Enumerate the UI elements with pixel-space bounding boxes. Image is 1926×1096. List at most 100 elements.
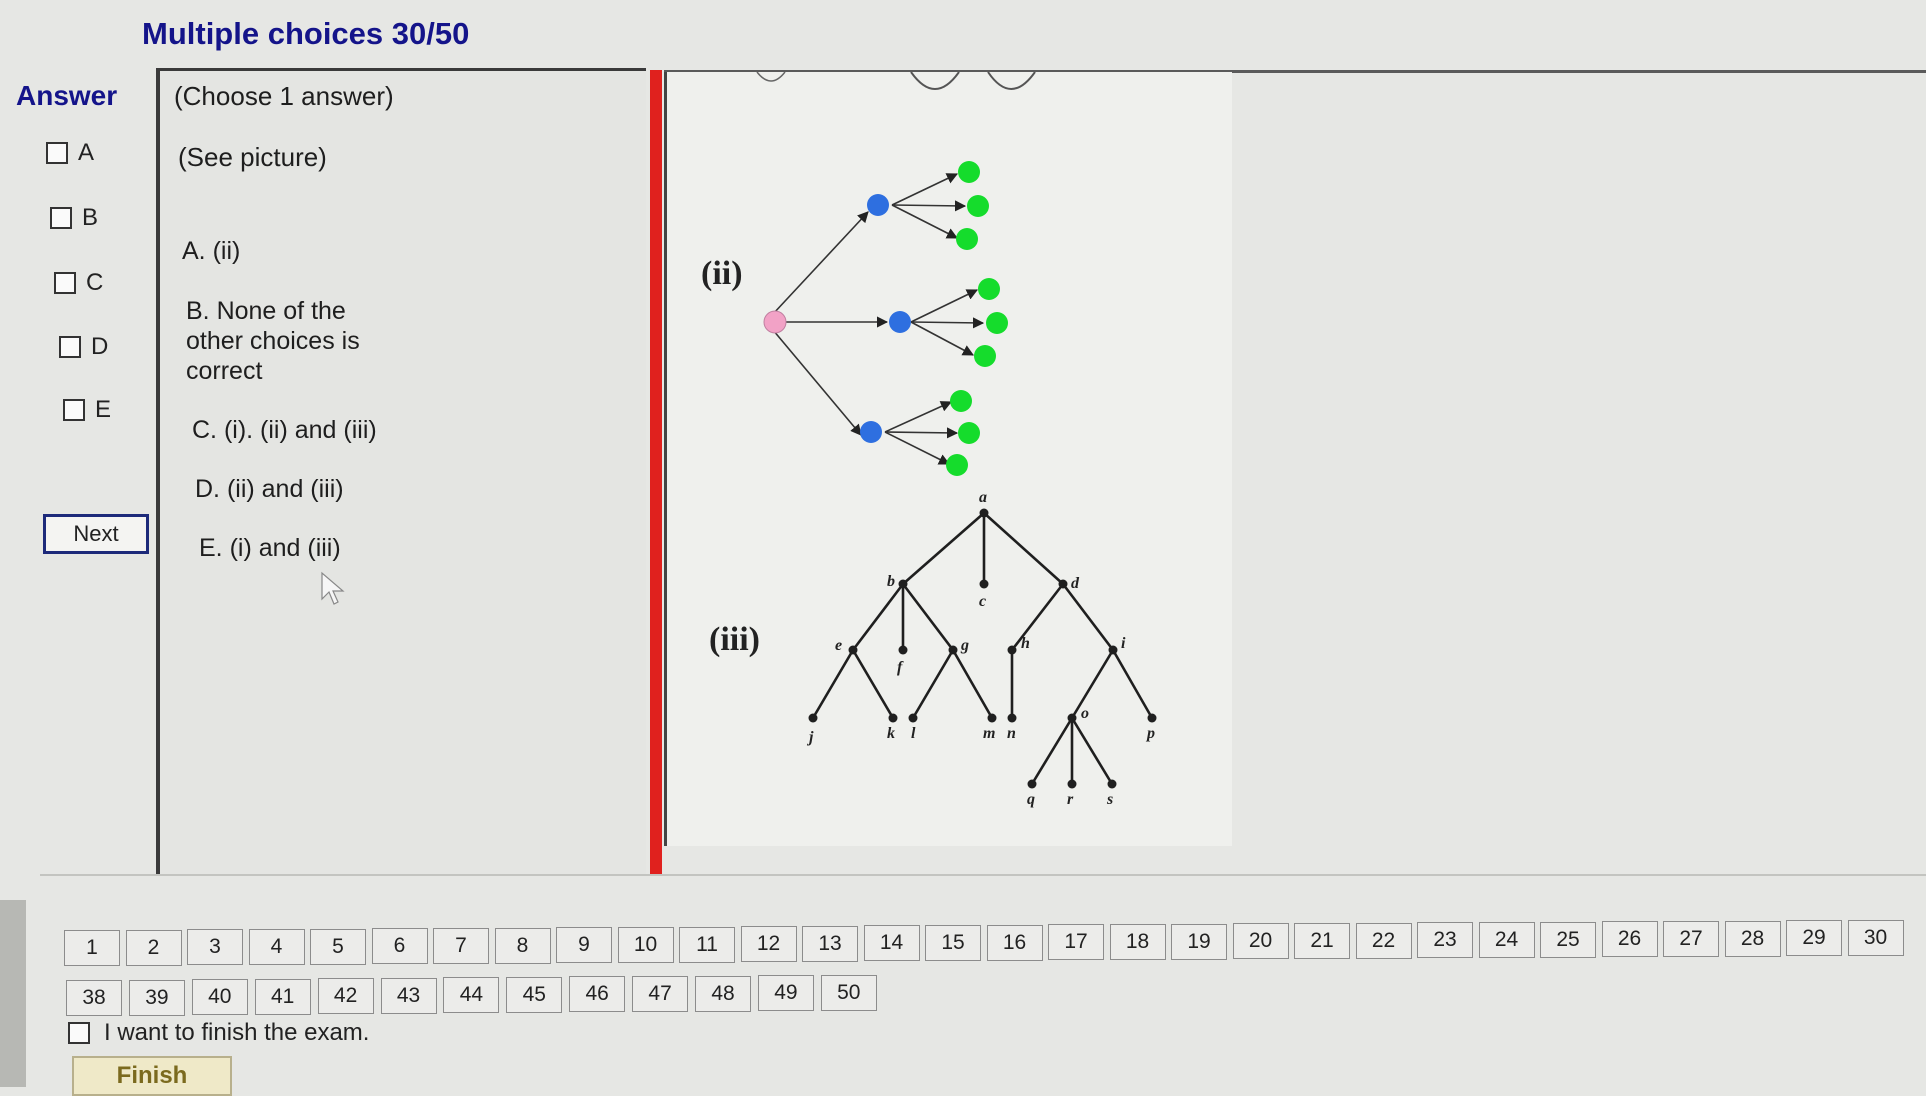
answer-option-b[interactable]: B: [50, 204, 98, 232]
page-button[interactable]: 26: [1601, 921, 1658, 958]
checkbox-b[interactable]: [50, 207, 72, 229]
page-title: Multiple choices 30/50: [142, 16, 470, 51]
page-button[interactable]: 48: [695, 975, 751, 1012]
page-button[interactable]: 44: [443, 977, 500, 1014]
page-button[interactable]: 47: [632, 975, 689, 1012]
node-label: g: [960, 637, 969, 654]
page-button[interactable]: 16: [986, 924, 1043, 961]
page-button[interactable]: 3: [187, 929, 243, 966]
page-button[interactable]: 13: [802, 925, 858, 962]
figure-label-ii: (ii): [701, 255, 743, 292]
node-label: a: [979, 489, 987, 506]
checkbox-e[interactable]: [63, 399, 85, 421]
node-label: p: [1145, 725, 1155, 742]
leaf-node: [950, 390, 972, 412]
finish-button[interactable]: Finish: [72, 1056, 232, 1096]
page-button[interactable]: 28: [1724, 920, 1781, 957]
page-button[interactable]: 22: [1355, 922, 1412, 959]
option-letter: B: [82, 204, 99, 231]
graph-figure: (ii) (iii) a b c d e f g h i j k l m n o…: [701, 71, 1157, 808]
inner-node: [889, 311, 911, 333]
page-button[interactable]: 20: [1232, 923, 1289, 960]
question-prompt: (See picture): [178, 142, 327, 172]
node-label: m: [983, 725, 995, 742]
page-button[interactable]: 11: [679, 926, 735, 963]
page-button[interactable]: 1: [64, 930, 120, 966]
page-button[interactable]: 30: [1847, 919, 1904, 956]
page-button[interactable]: 6: [371, 928, 428, 965]
page-button[interactable]: 39: [128, 979, 185, 1016]
page-button[interactable]: 19: [1171, 923, 1227, 960]
page-button[interactable]: 25: [1540, 921, 1596, 958]
node-label: h: [1021, 635, 1030, 652]
page-button[interactable]: 18: [1109, 924, 1166, 961]
inner-node: [860, 421, 882, 443]
panel-bottom-border: [40, 874, 1926, 876]
node-label: o: [1081, 705, 1089, 722]
node-label: s: [1106, 791, 1113, 808]
node-label: j: [806, 729, 814, 746]
node-label: e: [835, 637, 842, 654]
page-button[interactable]: 23: [1417, 922, 1473, 959]
page-button[interactable]: 43: [380, 977, 437, 1014]
checkbox-c[interactable]: [54, 272, 76, 294]
page-button[interactable]: 21: [1294, 923, 1350, 959]
page-button[interactable]: 5: [310, 928, 366, 965]
answer-option-e[interactable]: E: [63, 396, 111, 424]
page-button[interactable]: 17: [1048, 924, 1104, 961]
page-button[interactable]: 50: [820, 974, 877, 1011]
node-label: n: [1007, 725, 1016, 742]
leaf-node: [978, 278, 1000, 300]
page-button[interactable]: 12: [740, 926, 797, 963]
choice-e: E. (i) and (iii): [199, 534, 341, 562]
screen-edge: [0, 900, 26, 1087]
page-button[interactable]: 7: [433, 927, 489, 964]
page-button[interactable]: 42: [317, 978, 374, 1015]
question-instruction: (Choose 1 answer): [174, 81, 394, 111]
page-button[interactable]: 46: [569, 976, 626, 1013]
node-label: d: [1071, 575, 1080, 592]
question-panel: (Choose 1 answer) (See picture) A. (ii) …: [156, 68, 646, 876]
page-button[interactable]: 14: [863, 925, 920, 962]
page-button[interactable]: 24: [1478, 921, 1535, 958]
graph-ii-edges: [772, 173, 985, 465]
page-button[interactable]: 8: [494, 927, 551, 964]
answer-option-c[interactable]: C: [54, 269, 103, 297]
leaf-node: [986, 312, 1008, 334]
page-button[interactable]: 9: [556, 927, 612, 964]
node-label: i: [1121, 635, 1126, 652]
question-image: (ii) (iii) a b c d e f g h i j k l m n o…: [664, 71, 1232, 846]
tree-iii-labels: a b c d e f g h i j k l m n o p q r s: [806, 489, 1155, 808]
finish-exam-checkbox[interactable]: [68, 1022, 90, 1044]
leaf-node: [967, 195, 989, 217]
leaf-node: [974, 345, 996, 367]
node-label: q: [1027, 791, 1035, 808]
option-letter: C: [86, 269, 104, 296]
choice-a: A. (ii): [182, 237, 241, 265]
page-button[interactable]: 15: [925, 925, 981, 962]
root-node: [763, 310, 787, 334]
page-button[interactable]: 38: [66, 980, 122, 1016]
page-button[interactable]: 45: [506, 976, 563, 1013]
page-button[interactable]: 29: [1786, 920, 1842, 957]
next-button[interactable]: Next: [43, 514, 149, 554]
answer-option-d[interactable]: D: [59, 333, 108, 361]
page-button[interactable]: 4: [248, 928, 305, 965]
red-divider: [650, 70, 662, 876]
page-button[interactable]: 2: [125, 929, 182, 966]
page-button[interactable]: 27: [1663, 920, 1719, 957]
page-button[interactable]: 40: [191, 979, 248, 1016]
node-label: f: [897, 659, 904, 676]
page-button[interactable]: 10: [617, 926, 674, 963]
page-button[interactable]: 49: [757, 975, 814, 1012]
page-button[interactable]: 41: [254, 978, 311, 1015]
checkbox-d[interactable]: [59, 336, 81, 358]
choice-c: C. (i). (ii) and (iii): [192, 416, 377, 444]
answer-option-a[interactable]: A: [46, 139, 94, 167]
choice-d: D. (ii) and (iii): [195, 475, 344, 503]
checkbox-a[interactable]: [46, 142, 68, 164]
leaf-node: [946, 454, 968, 476]
option-letter: E: [95, 396, 112, 423]
option-letter: D: [91, 333, 109, 360]
leaf-node: [956, 228, 978, 250]
